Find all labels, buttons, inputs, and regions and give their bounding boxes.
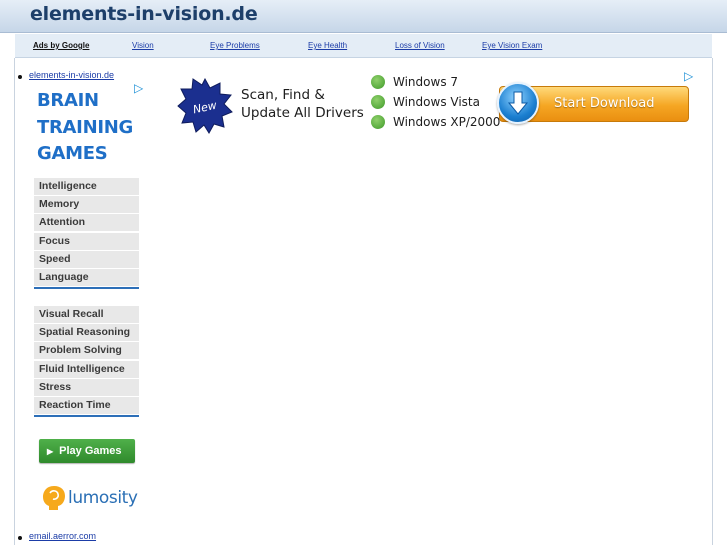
ad-link-eye-health[interactable]: Eye Health: [308, 41, 347, 50]
frame-border-left: [14, 58, 15, 545]
check-icon: [371, 95, 385, 109]
category-reaction-time[interactable]: Reaction Time: [34, 396, 139, 414]
category-language[interactable]: Language: [34, 268, 139, 286]
category-attention[interactable]: Attention: [34, 214, 139, 232]
brain-title-line: GAMES: [37, 143, 108, 164]
category-divider: [34, 415, 139, 418]
category-spatial-reasoning[interactable]: Spatial Reasoning: [34, 324, 139, 342]
down-arrow-glyph: [507, 91, 529, 115]
sidebar-link-email-aerror[interactable]: email.aerror.com: [29, 531, 96, 541]
new-badge: New: [177, 77, 233, 139]
frame-border-right: [712, 58, 713, 545]
lumosity-wordmark: lumosity: [68, 488, 138, 508]
ads-by-google-link[interactable]: Ads by Google: [33, 41, 89, 50]
ad-link-bar: Ads by Google Vision Eye Problems Eye He…: [15, 34, 712, 58]
category-memory[interactable]: Memory: [34, 196, 139, 214]
site-header: elements-in-vision.de: [0, 0, 727, 33]
category-fluid-intelligence[interactable]: Fluid Intelligence: [34, 360, 139, 378]
brain-title-line: TRAINING: [37, 116, 133, 138]
os-label: Windows 7: [393, 75, 459, 89]
lumosity-head-icon: [43, 486, 65, 510]
check-icon: [371, 75, 385, 89]
site-title[interactable]: elements-in-vision.de: [30, 3, 258, 25]
sidebar-link-elements-in-vision[interactable]: elements-in-vision.de: [29, 70, 114, 80]
ad-link-eye-vision-exam[interactable]: Eye Vision Exam: [482, 41, 542, 50]
os-item: Windows XP/2000: [371, 113, 500, 133]
lumosity-logo[interactable]: lumosity: [41, 484, 138, 512]
play-arrow-icon: ▶: [47, 447, 54, 456]
ad-link-vision[interactable]: Vision: [132, 41, 154, 50]
play-games-button[interactable]: ▶ Play Games: [39, 439, 135, 463]
os-compat-list: Windows 7 Windows Vista Windows XP/2000: [371, 73, 500, 133]
adchoices-triangle-icon[interactable]: ▷: [684, 69, 693, 83]
category-visual-recall[interactable]: Visual Recall: [34, 306, 139, 323]
os-label: Windows XP/2000: [393, 115, 501, 129]
category-focus[interactable]: Focus: [34, 232, 139, 250]
os-item: Windows 7: [371, 73, 500, 93]
os-label: Windows Vista: [393, 95, 480, 109]
brain-category-list-1: Intelligence Memory Attention Focus Spee…: [34, 178, 139, 290]
category-divider: [34, 287, 139, 290]
headline-line: Scan, Find &: [241, 87, 325, 103]
brain-category-list-2: Visual Recall Spatial Reasoning Problem …: [34, 306, 139, 418]
starburst-icon: New: [177, 77, 233, 134]
ad-link-loss-of-vision[interactable]: Loss of Vision: [395, 41, 445, 50]
brain-title-line: BRAIN: [37, 90, 99, 111]
driver-headline[interactable]: Scan, Find & Update All Drivers: [241, 86, 364, 122]
ad-link-eye-problems[interactable]: Eye Problems: [210, 41, 260, 50]
play-games-label: Play Games: [59, 445, 122, 457]
category-speed[interactable]: Speed: [34, 250, 139, 268]
headline-line: Update All Drivers: [241, 105, 364, 121]
os-item: Windows Vista: [371, 93, 500, 113]
check-icon: [371, 115, 385, 129]
start-download-label: Start Download: [554, 96, 655, 111]
bullet-icon: [18, 536, 22, 540]
bullet-icon: [18, 75, 22, 79]
brain-training-title[interactable]: BRAIN TRAINING GAMES: [37, 88, 147, 168]
category-problem-solving[interactable]: Problem Solving: [34, 342, 139, 360]
category-intelligence[interactable]: Intelligence: [34, 178, 139, 195]
download-arrow-icon[interactable]: [497, 82, 539, 124]
category-stress[interactable]: Stress: [34, 378, 139, 396]
